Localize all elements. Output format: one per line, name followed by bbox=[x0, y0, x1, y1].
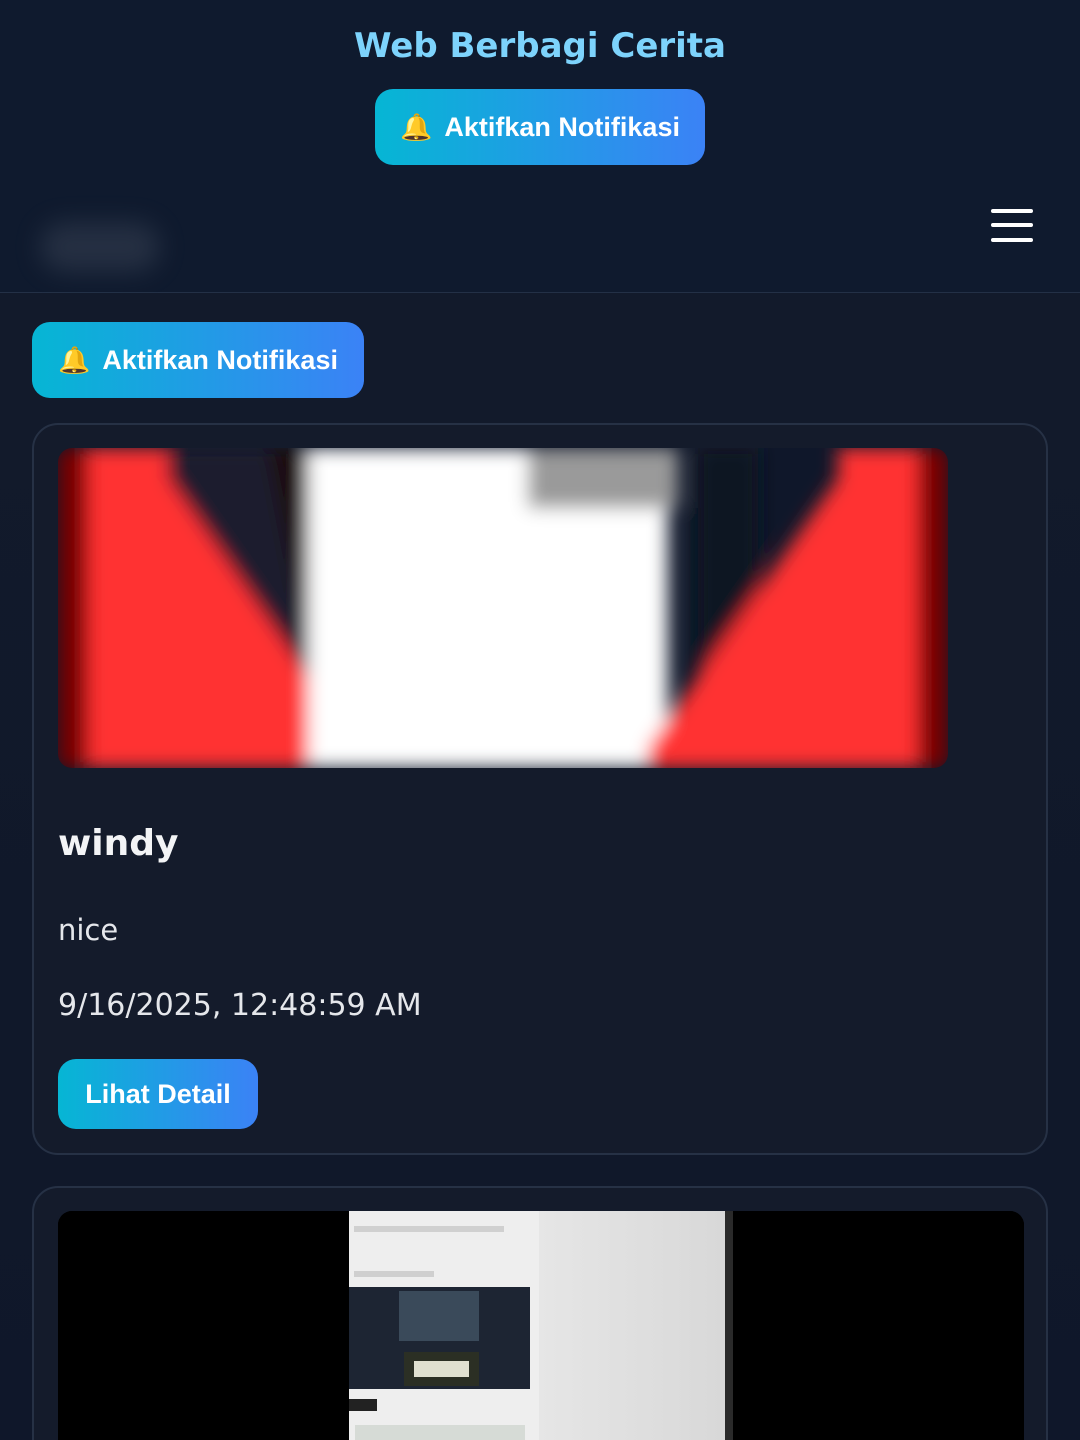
top-header: Web Berbagi Cerita 🔔 Aktifkan Notifikasi bbox=[0, 0, 1080, 293]
story-image bbox=[58, 1211, 1024, 1440]
hamburger-line bbox=[991, 223, 1033, 227]
site-title: Web Berbagi Cerita bbox=[353, 26, 726, 66]
bell-icon: 🔔 bbox=[58, 345, 91, 375]
enable-notification-label: Aktifkan Notifikasi bbox=[102, 344, 338, 375]
main-content: 🔔 Aktifkan Notifikasi windy nice 9/16/20… bbox=[0, 293, 1080, 1440]
enable-notification-label: Aktifkan Notifikasi bbox=[444, 111, 680, 142]
view-detail-button[interactable]: Lihat Detail bbox=[58, 1059, 258, 1129]
story-card: windy nice 9/16/2025, 12:48:59 AM Lihat … bbox=[32, 423, 1048, 1155]
hamburger-line bbox=[991, 209, 1033, 213]
story-description: nice bbox=[58, 913, 119, 947]
blurred-logo[interactable] bbox=[40, 222, 160, 272]
story-image-flag bbox=[58, 448, 948, 768]
enable-notification-button[interactable]: 🔔 Aktifkan Notifikasi bbox=[375, 89, 705, 165]
hamburger-menu-icon[interactable] bbox=[988, 205, 1036, 245]
story-card bbox=[32, 1186, 1048, 1440]
story-image-photo bbox=[58, 1211, 1024, 1440]
story-date: 9/16/2025, 12:48:59 AM bbox=[58, 988, 422, 1023]
bell-icon: 🔔 bbox=[400, 112, 433, 142]
story-title: windy bbox=[58, 823, 179, 864]
story-image bbox=[58, 448, 948, 768]
enable-notification-button-main[interactable]: 🔔 Aktifkan Notifikasi bbox=[32, 322, 364, 398]
hamburger-line bbox=[991, 238, 1033, 242]
